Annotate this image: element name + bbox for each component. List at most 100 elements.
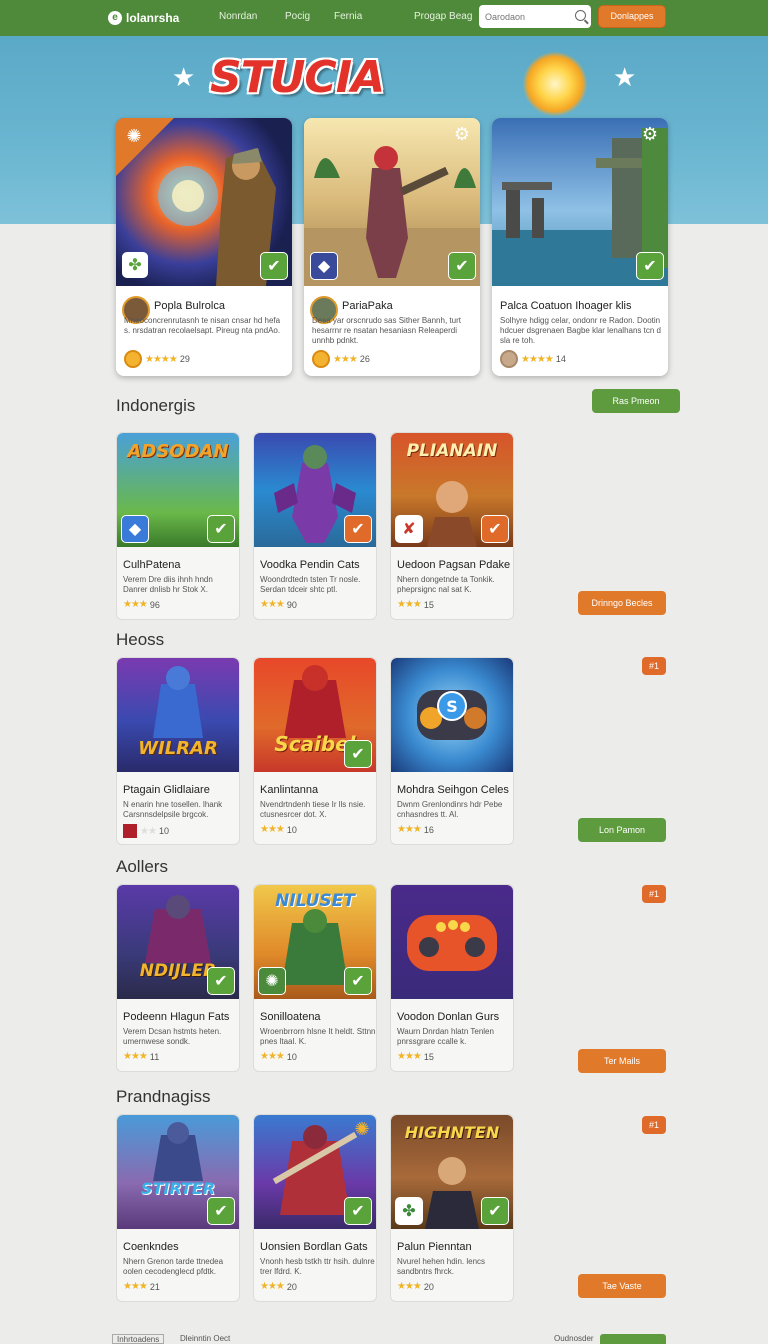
search-input[interactable] [485,11,571,22]
game-card[interactable]: WILRAR Ptagain Glidlaiare N enarin hne t… [116,657,240,845]
gamepad-icon: S [417,690,487,740]
coin-icon [124,350,142,368]
check-icon[interactable]: ✔ [481,515,509,543]
rating-count: 26 [359,354,370,364]
rating: ★★★ 20 [397,1281,434,1292]
nav-link-1[interactable]: Nonrdan [219,11,257,22]
check-icon[interactable]: ✔ [207,1197,235,1225]
section-title: Prandnagiss [116,1087,211,1106]
avatar [500,350,518,368]
rank-badge: #1 [642,1116,666,1134]
game-title: Palun Pienntan [397,1241,472,1253]
stars-icon: ★★★ [123,599,148,610]
rating-count: 96 [149,599,160,610]
game-art: NDIJLER ✔ [117,885,239,999]
game-title: Voodon Donlan Gurs [397,1011,500,1023]
stars-icon: ★★★ [397,599,422,610]
top-nav: e lolanrsha Nonrdan Pocig Fernia Progap … [0,0,768,36]
nav-link-2[interactable]: Pocig [285,11,310,22]
check-icon[interactable]: ✔ [636,252,664,280]
rating: ★★★★ 14 [500,350,566,368]
game-title: CulhPatena [123,559,181,571]
game-card[interactable]: S Mohdra Seihgon Celes Dwnm Grenlondinrs… [390,657,514,845]
featured-title: Palca Coatuon Ihoager klis [500,300,632,312]
game-card[interactable]: NDIJLER ✔ Podeenn Hlagun Fats Verem Dcsa… [116,884,240,1072]
stars-icon: ★★ [140,825,157,837]
game-title: Mohdra Seihgon Celes [397,784,509,796]
game-art: ✺ ✔ [254,1115,376,1229]
game-card[interactable]: STIRTER ✔ Coenkndes Nhern Grenon tarde t… [116,1114,240,1302]
footer-button[interactable] [600,1334,666,1344]
section-more-button[interactable]: Ter Mails [578,1049,666,1073]
check-icon[interactable]: ✔ [260,252,288,280]
footer-tab[interactable]: Inhrtoadens [112,1334,165,1344]
stars-icon: ★★★ [123,1051,148,1062]
game-card[interactable]: Scaibel ✔ Kanlintanna Nvendrtndenh tiese… [253,657,377,845]
rating-count: 11 [149,1051,160,1062]
rating-count: 10 [286,824,297,835]
clover-icon: ✤ [395,1197,423,1225]
game-card[interactable]: ✔ Voodka Pendin Cats Woondrdtedn tsten T… [253,432,377,620]
section-action-button[interactable]: Lon Pamon [578,818,666,842]
section-action-button[interactable]: Ras Pmeon [592,389,680,413]
rating: ★★★★ 29 [124,350,190,368]
brand-name: lolanrsha [126,11,180,25]
game-art: PLIANAIN ✘ ✔ [391,433,513,547]
shield-icon: ◆ [121,515,149,543]
section-more-button[interactable]: Tae Vaste [578,1274,666,1298]
rating: ★★★ 16 [397,824,434,835]
logo-icon: e [108,11,122,25]
stars-icon: ★★★★ [521,353,554,365]
clover-icon: ✤ [122,252,148,278]
nav-link-4[interactable]: Progap Beag [414,11,472,22]
sun-icon [523,52,587,116]
gear-icon[interactable]: ⚙ [640,124,660,144]
game-art: NILUSET ✺ ✔ [254,885,376,999]
featured-card[interactable]: ⚙ ◆ ✔ PariaPaka Desa yar orscnrudo sas S… [304,118,480,376]
art-title: WILRAR [138,738,218,759]
gear-icon: ✺ [258,967,286,995]
game-card[interactable]: PLIANAIN ✘ ✔ Uedoon Pagsan Pdake Nhern d… [390,432,514,620]
check-icon[interactable]: ✔ [448,252,476,280]
game-art [391,885,513,999]
check-icon[interactable]: ✔ [344,515,372,543]
check-icon[interactable]: ✔ [481,1197,509,1225]
featured-card[interactable]: ⚙ ✔ Palca Coatuon Ihoager klis Solhyre h… [492,118,668,376]
game-card[interactable]: ADSODAN ◆ ✔ CulhPatena Verem Dre diis ih… [116,432,240,620]
featured-desc: Solhyre hdigg celar, ondonr re Radon. Do… [500,316,661,345]
game-card[interactable]: Voodon Donlan Gurs Waurn Dnrdan hlatn Te… [390,884,514,1072]
star-icon: ★ [172,62,196,92]
brand-logo[interactable]: e lolanrsha [108,11,179,25]
footer-link[interactable]: Oudnosder [554,1334,594,1343]
check-icon[interactable]: ✔ [207,967,235,995]
check-icon[interactable]: ✔ [344,1197,372,1225]
check-icon[interactable]: ✔ [344,967,372,995]
shield-icon: ◆ [310,252,338,280]
stars-icon: ★★★ [397,1281,422,1292]
section-more-button[interactable]: Drinngo Becles [578,591,666,615]
stars-icon: ★★★ [260,824,285,835]
game-title: Ptagain Glidlaiare [123,784,210,796]
game-card[interactable]: ✺ ✔ Uonsien Bordlan Gats Vnonh hesb tstk… [253,1114,377,1302]
stars-icon: ★★★ [333,353,358,365]
featured-card[interactable]: ✺ ✤ ✔ Popla Bulrolca Mneoconcrenrutasnh … [116,118,292,376]
gear-icon[interactable]: ⚙ [452,124,472,144]
cta-button[interactable]: Donlappes [598,5,666,28]
game-card[interactable]: NILUSET ✺ ✔ Sonilloatena Wroenbrrorn hls… [253,884,377,1072]
gear-icon: ✺ [354,1119,370,1139]
stars-icon: ★★★★ [145,353,178,365]
nav-link-3[interactable]: Fernia [334,11,362,22]
svg-text:S: S [446,697,458,716]
game-title: Podeenn Hlagun Fats [123,1011,230,1023]
search-icon[interactable] [575,10,586,21]
game-desc: Nhern Grenon tarde ttnedea oolen cecoden… [123,1257,224,1276]
footer-link[interactable]: Dleinntin Oect [180,1334,230,1343]
badge-icon: ✺ [126,126,142,146]
rank-badge: #1 [642,657,666,675]
check-icon[interactable]: ✔ [207,515,235,543]
game-card[interactable]: HIGHNTEN ✤ ✔ Palun Pienntan Nvurel hehen… [390,1114,514,1302]
rating: ★★★ 26 [312,350,370,368]
section-title: Heoss [116,630,165,649]
game-art: ✔ [254,433,376,547]
check-icon[interactable]: ✔ [344,740,372,768]
